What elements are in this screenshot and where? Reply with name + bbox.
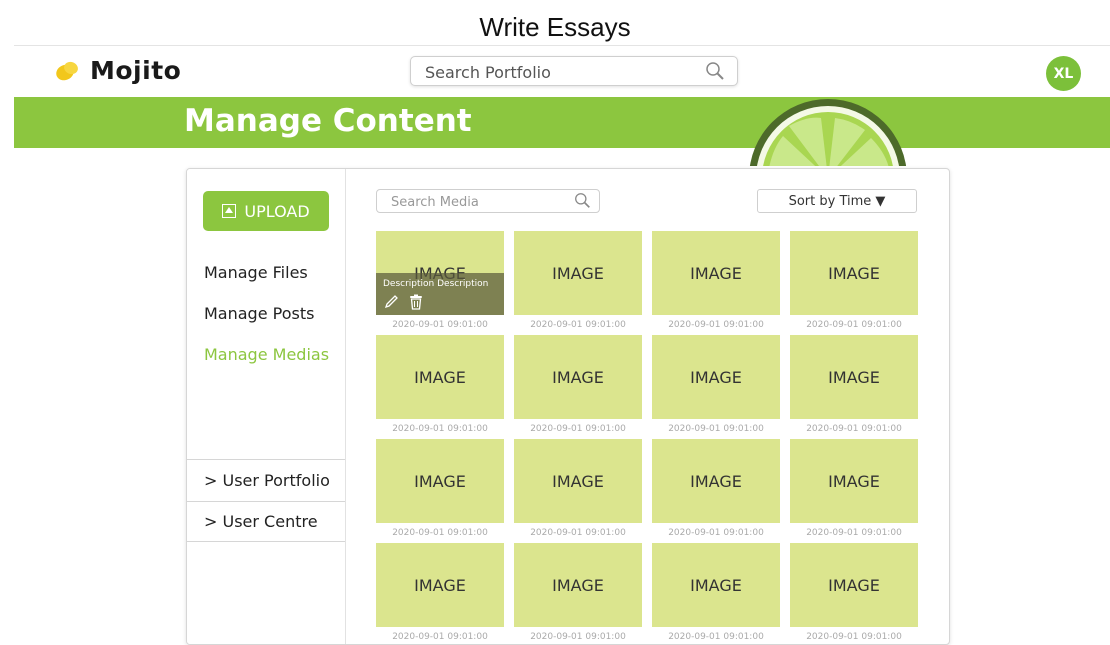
sort-dropdown[interactable]: Sort by Time ▼ xyxy=(757,189,917,213)
media-thumbnail[interactable]: IMAGE xyxy=(790,231,918,315)
media-item: IMAGE 2020-09-01 09:01:00 xyxy=(790,439,918,543)
top-navbar: Mojito XL xyxy=(14,45,1110,97)
media-date: 2020-09-01 09:01:00 xyxy=(668,320,764,330)
media-thumbnail[interactable]: IMAGE xyxy=(376,335,504,419)
media-thumbnail[interactable]: IMAGE xyxy=(514,439,642,523)
media-thumbnail-label: IMAGE xyxy=(552,367,604,387)
search-icon[interactable] xyxy=(705,61,725,81)
media-search-input[interactable] xyxy=(389,192,563,212)
sidebar-item-manage-files[interactable]: Manage Files xyxy=(204,263,308,282)
media-thumbnail[interactable]: IMAGE xyxy=(790,543,918,627)
edit-pencil-icon[interactable] xyxy=(384,295,400,309)
media-item: IMAGE 2020-09-01 09:01:00 xyxy=(790,335,918,439)
media-date: 2020-09-01 09:01:00 xyxy=(806,632,902,642)
media-item: IMAGE 2020-09-01 09:01:00 xyxy=(652,231,780,335)
media-item: IMAGE 2020-09-01 09:01:00 xyxy=(514,439,642,543)
portfolio-search-box xyxy=(410,56,738,86)
media-search-box xyxy=(376,189,600,213)
page-title: Manage Content xyxy=(184,103,472,139)
content-panel: UPLOAD Manage Files Manage Posts Manage … xyxy=(186,168,950,645)
lime-slice-icon xyxy=(749,99,907,166)
media-hover-overlay: Description Description xyxy=(376,273,504,315)
sidebar: UPLOAD Manage Files Manage Posts Manage … xyxy=(187,169,346,644)
sidebar-item-manage-medias[interactable]: Manage Medias xyxy=(204,345,329,364)
media-thumbnail[interactable]: IMAGE xyxy=(652,543,780,627)
media-item: IMAGE 2020-09-01 09:01:00 xyxy=(376,543,504,644)
media-thumbnail-label: IMAGE xyxy=(414,367,466,387)
upload-label: UPLOAD xyxy=(244,201,310,221)
media-date: 2020-09-01 09:01:00 xyxy=(530,528,626,538)
media-item: IMAGE 2020-09-01 09:01:00 xyxy=(652,543,780,644)
media-thumbnail-label: IMAGE xyxy=(828,263,880,283)
media-item: IMAGE 2020-09-01 09:01:00 xyxy=(514,231,642,335)
logo-text: Mojito xyxy=(90,56,182,85)
media-date: 2020-09-01 09:01:00 xyxy=(668,424,764,434)
media-item: IMAGE 2020-09-01 09:01:00 xyxy=(652,335,780,439)
media-date: 2020-09-01 09:01:00 xyxy=(668,632,764,642)
media-date: 2020-09-01 09:01:00 xyxy=(806,424,902,434)
media-description: Description Description xyxy=(383,279,489,289)
media-date: 2020-09-01 09:01:00 xyxy=(806,320,902,330)
media-thumbnail[interactable]: IMAGE xyxy=(514,231,642,315)
mojito-logo[interactable]: Mojito xyxy=(53,56,182,85)
media-thumbnail[interactable]: IMAGE xyxy=(514,335,642,419)
media-thumbnail[interactable]: IMAGE xyxy=(514,543,642,627)
media-thumbnail-label: IMAGE xyxy=(690,575,742,595)
media-date: 2020-09-01 09:01:00 xyxy=(392,320,488,330)
media-thumbnail-label: IMAGE xyxy=(828,575,880,595)
sidebar-section-user-centre[interactable]: > User Centre xyxy=(187,501,345,542)
media-grid: IMAGE Description Description 2020-09-01… xyxy=(376,231,926,644)
media-item: IMAGE 2020-09-01 09:01:00 xyxy=(652,439,780,543)
upload-button[interactable]: UPLOAD xyxy=(203,191,329,231)
media-date: 2020-09-01 09:01:00 xyxy=(530,320,626,330)
media-thumbnail[interactable]: IMAGE xyxy=(652,439,780,523)
media-thumbnail-label: IMAGE xyxy=(552,575,604,595)
media-thumbnail[interactable]: IMAGE xyxy=(652,231,780,315)
sidebar-item-manage-posts[interactable]: Manage Posts xyxy=(204,304,314,323)
media-thumbnail-label: IMAGE xyxy=(552,471,604,491)
media-thumbnail-label: IMAGE xyxy=(690,263,742,283)
media-item: IMAGE 2020-09-01 09:01:00 xyxy=(514,335,642,439)
page-caption: Write Essays xyxy=(479,12,631,42)
media-item: IMAGE 2020-09-01 09:01:00 xyxy=(514,543,642,644)
media-item: IMAGE 2020-09-01 09:01:00 xyxy=(790,543,918,644)
media-thumbnail-label: IMAGE xyxy=(690,471,742,491)
media-thumbnail[interactable]: IMAGE xyxy=(790,335,918,419)
media-thumbnail[interactable]: IMAGE xyxy=(790,439,918,523)
search-icon[interactable] xyxy=(574,192,591,209)
media-item: IMAGE Description Description 2020-09-01… xyxy=(376,231,504,335)
media-date: 2020-09-01 09:01:00 xyxy=(530,632,626,642)
media-thumbnail-label: IMAGE xyxy=(690,367,742,387)
media-thumbnail[interactable]: IMAGE xyxy=(376,543,504,627)
user-avatar[interactable]: XL xyxy=(1046,56,1081,91)
upload-icon xyxy=(222,204,237,218)
media-thumbnail[interactable]: IMAGE xyxy=(652,335,780,419)
media-date: 2020-09-01 09:01:00 xyxy=(668,528,764,538)
media-item: IMAGE 2020-09-01 09:01:00 xyxy=(790,231,918,335)
media-date: 2020-09-01 09:01:00 xyxy=(392,632,488,642)
lemon-icon xyxy=(53,59,80,83)
trash-icon[interactable] xyxy=(409,294,423,310)
media-thumbnail-label: IMAGE xyxy=(828,367,880,387)
media-thumbnail[interactable]: IMAGE xyxy=(376,439,504,523)
media-date: 2020-09-01 09:01:00 xyxy=(806,528,902,538)
media-item: IMAGE 2020-09-01 09:01:00 xyxy=(376,335,504,439)
media-thumbnail[interactable]: IMAGE Description Description xyxy=(376,231,504,315)
media-date: 2020-09-01 09:01:00 xyxy=(392,528,488,538)
media-thumbnail-label: IMAGE xyxy=(552,263,604,283)
page-banner: Manage Content xyxy=(14,97,1110,166)
sidebar-section-user-portfolio[interactable]: > User Portfolio xyxy=(187,459,345,500)
media-item: IMAGE 2020-09-01 09:01:00 xyxy=(376,439,504,543)
portfolio-search-input[interactable] xyxy=(423,60,697,84)
media-thumbnail-label: IMAGE xyxy=(828,471,880,491)
media-thumbnail-label: IMAGE xyxy=(414,471,466,491)
media-date: 2020-09-01 09:01:00 xyxy=(530,424,626,434)
media-thumbnail-label: IMAGE xyxy=(414,575,466,595)
media-date: 2020-09-01 09:01:00 xyxy=(392,424,488,434)
